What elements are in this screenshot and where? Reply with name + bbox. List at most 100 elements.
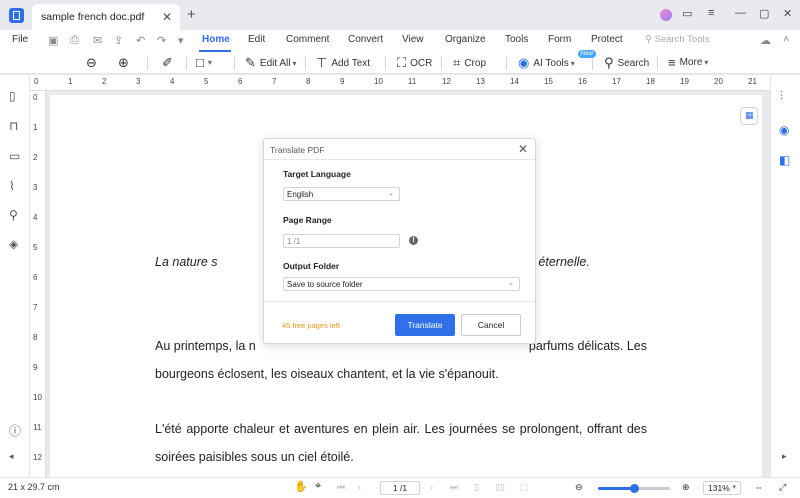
more-button[interactable]: ≡ More ▾ (668, 55, 708, 70)
zoom-slider-handle[interactable] (629, 484, 639, 493)
select-tool-icon[interactable]: ⌖ (315, 480, 321, 493)
toolbar-divider (592, 57, 593, 70)
collapse-left-icon[interactable]: ◂ (9, 451, 14, 462)
comment-icon[interactable]: ▭ (9, 149, 20, 163)
print-icon[interactable]: ⎙ (70, 34, 79, 47)
redo-icon[interactable]: ↷ (157, 34, 166, 47)
cloud-upload-icon[interactable]: ☁ (760, 34, 771, 47)
search-icon: ⚲ (604, 55, 614, 70)
tab-tools[interactable]: Tools (505, 34, 528, 45)
ocr-scan-icon: ⛶ (397, 55, 407, 70)
zoom-out-button[interactable]: ⊖ (86, 55, 101, 71)
zoom-in-button[interactable]: ⊕ (118, 55, 133, 71)
ruler-tick-label: 21 (748, 77, 757, 86)
tab-comment[interactable]: Comment (286, 34, 329, 45)
info-icon[interactable]: ! (409, 236, 418, 245)
add-text-button[interactable]: ⊤ Add Text (316, 55, 370, 71)
ai-assistant-icon[interactable]: ◉ (779, 123, 789, 137)
ai-new-badge: New (578, 50, 597, 58)
minimize-icon[interactable]: — (735, 7, 746, 19)
collapse-ribbon-icon[interactable]: ˄ (783, 34, 789, 46)
add-text-label: Add Text (331, 57, 371, 69)
toolbar-divider (385, 57, 386, 70)
quick-access-dropdown-icon[interactable]: ▾ (178, 34, 184, 47)
two-page-view-icon[interactable]: ▯▯ (495, 482, 505, 493)
ocr-button[interactable]: ⛶ OCR (397, 55, 432, 71)
attachment-icon[interactable]: ⌇ (9, 179, 15, 193)
window-close-icon[interactable]: ✕ (783, 7, 792, 20)
tab-close-icon[interactable]: ✕ (162, 10, 172, 24)
previous-page-icon[interactable]: ‹ (358, 482, 361, 492)
collapse-right-icon[interactable]: ▸ (782, 451, 787, 462)
first-page-icon[interactable]: ⏮ (337, 482, 345, 493)
highlight-button[interactable]: ✐ (162, 55, 177, 71)
target-language-select[interactable]: English ⌄ (283, 187, 400, 201)
right-sidebar: ⫶ ◉ ◧ ▸ (770, 75, 800, 477)
search-button[interactable]: ⚲ Search (604, 55, 649, 71)
dialog-close-icon[interactable]: ✕ (518, 142, 528, 156)
new-tab-icon[interactable]: + (187, 6, 196, 23)
zoom-out-icon: ⊖ (86, 55, 97, 70)
feedback-icon[interactable]: ▭ (682, 7, 692, 20)
zoom-in-icon[interactable]: ⊕ (682, 482, 690, 493)
share-icon[interactable]: ⇪ (114, 34, 123, 47)
edit-all-button[interactable]: ✎ Edit All ▾ (245, 55, 297, 71)
toolbar-divider (441, 57, 442, 70)
search-tools-input[interactable]: ⚲ Search Tools (645, 34, 709, 45)
cancel-button[interactable]: Cancel (461, 314, 521, 336)
last-page-icon[interactable]: ⏭ (450, 482, 458, 493)
fit-width-icon[interactable]: ⇔ (754, 482, 763, 492)
mail-icon[interactable]: ✉ (93, 34, 102, 47)
output-folder-select[interactable]: Save to source folder ⌄ (283, 277, 520, 291)
page-range-input[interactable]: 1 /1 (283, 234, 400, 248)
target-language-label: Target Language (283, 169, 351, 179)
translate-icon[interactable]: ◧ (779, 153, 790, 167)
tab-edit[interactable]: Edit (248, 34, 265, 45)
undo-icon[interactable]: ↶ (136, 34, 145, 47)
hand-tool-icon[interactable]: ✋ (294, 480, 308, 493)
zoom-out-icon[interactable]: ⊖ (575, 482, 583, 493)
chevron-down-icon: ▾ (207, 58, 212, 67)
crop-button[interactable]: ⌗ Crop (453, 55, 486, 71)
maximize-icon[interactable]: ▢ (759, 7, 769, 20)
search-icon[interactable]: ⚲ (9, 208, 18, 222)
ruler-tick-label: 15 (544, 77, 553, 86)
crop-label: Crop (464, 57, 487, 69)
tab-convert[interactable]: Convert (348, 34, 383, 45)
dialog-divider (264, 301, 535, 302)
translate-button[interactable]: Translate (395, 314, 455, 336)
pen-icon: ✎ (245, 55, 256, 70)
text-fragment: é éternelle. (528, 255, 590, 269)
target-language-value: English (287, 190, 314, 199)
zoom-level-select[interactable]: 131% ▾ (703, 481, 741, 495)
translate-float-icon[interactable]: ▦ (740, 107, 758, 125)
ruler-tick-label: 14 (510, 77, 519, 86)
zoom-slider[interactable] (598, 484, 670, 493)
single-page-view-icon[interactable]: ▯ (474, 482, 479, 493)
tab-view[interactable]: View (402, 34, 424, 45)
help-icon[interactable]: ⓘ (9, 422, 21, 439)
layers-icon[interactable]: ◈ (9, 237, 18, 251)
tab-organize[interactable]: Organize (445, 34, 486, 45)
menu-icon[interactable]: ≡ (708, 7, 714, 19)
fullscreen-icon[interactable]: ⤢ (779, 482, 786, 493)
menu-file[interactable]: File (12, 34, 28, 45)
document-tab[interactable]: sample french doc.pdf ✕ (32, 4, 180, 30)
tab-protect[interactable]: Protect (591, 34, 623, 45)
ruler-tick-label: 6 (238, 77, 243, 86)
tab-home[interactable]: Home (202, 34, 230, 45)
ai-tools-button[interactable]: ◉ AI Tools ▾ (518, 55, 575, 71)
thumbnails-icon[interactable]: ▯ (9, 89, 16, 103)
edit-all-label: Edit All (259, 57, 291, 69)
properties-icon[interactable]: ⫶ (780, 89, 783, 104)
page-number-input[interactable]: 1 /1 (380, 481, 420, 495)
bookmark-icon[interactable]: ⊓ (9, 119, 18, 133)
chevron-down-icon: ▾ (704, 58, 709, 67)
shape-button[interactable]: □ ▾ (196, 55, 212, 70)
fit-page-icon[interactable]: ⬚ (520, 482, 529, 493)
avatar[interactable] (660, 9, 672, 21)
next-page-icon[interactable]: › (430, 482, 433, 492)
ruler-tick-label: 10 (374, 77, 383, 86)
save-icon[interactable]: ▣ (48, 34, 58, 47)
tab-form[interactable]: Form (548, 34, 571, 45)
